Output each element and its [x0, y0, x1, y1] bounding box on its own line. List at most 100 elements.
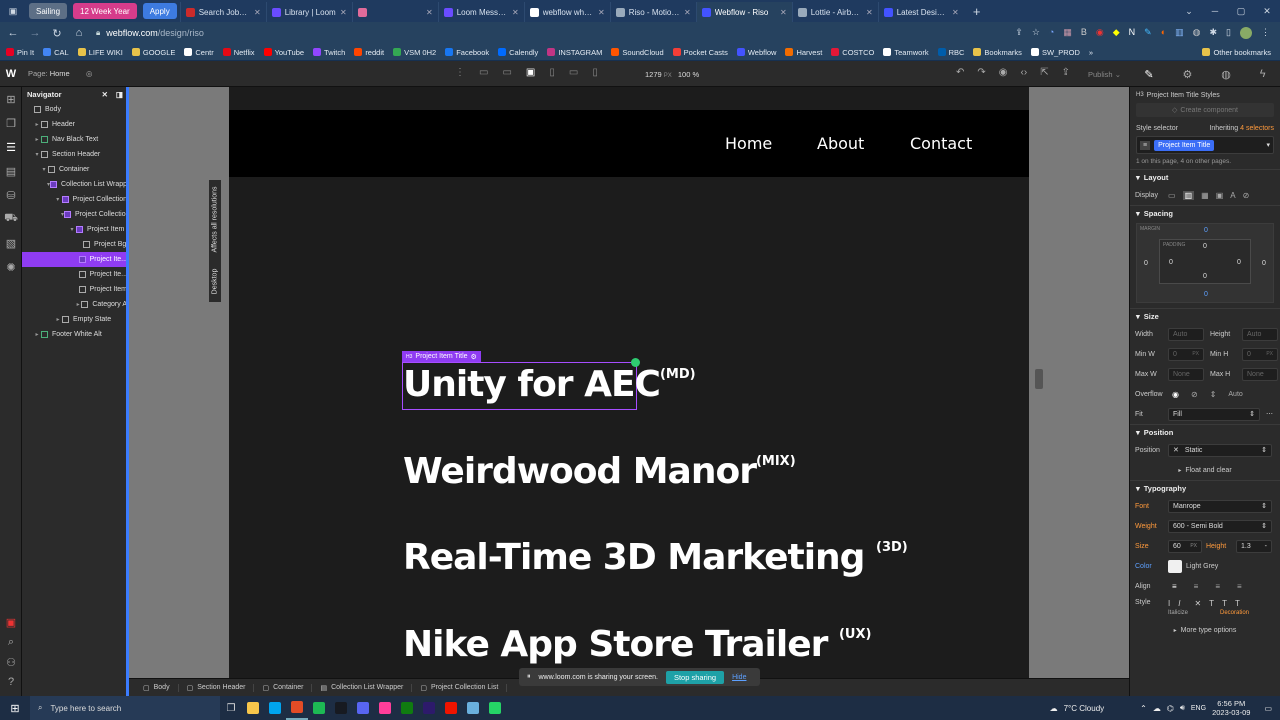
bookmarks-overflow-icon[interactable]: »: [1089, 48, 1093, 57]
bookmark-item[interactable]: SoundCloud: [611, 48, 664, 57]
project-item-title[interactable]: Unity for AEC(MD): [403, 364, 696, 405]
navigator-node[interactable]: ▸ Header: [22, 117, 127, 132]
italic-off-icon[interactable]: I: [1168, 599, 1170, 608]
network-icon[interactable]: ⌬: [1167, 704, 1174, 713]
spacing-section-header[interactable]: ▾ Spacing: [1130, 205, 1280, 221]
bookmark-item[interactable]: Harvest: [785, 48, 822, 57]
align-right-icon[interactable]: ≡: [1215, 582, 1220, 591]
navigator-node[interactable]: Project Bg: [22, 237, 127, 252]
tree-caret-icon[interactable]: ▾: [68, 226, 76, 233]
navigator-node[interactable]: Body: [22, 102, 127, 117]
start-windows-icon[interactable]: ⊞: [0, 696, 30, 720]
bookmark-item[interactable]: Netflix: [222, 48, 255, 57]
padding-right-value[interactable]: 0: [1237, 259, 1241, 266]
navigator-node[interactable]: ▾ Project Collection: [22, 192, 127, 207]
taskbar-app-icon[interactable]: [396, 696, 418, 720]
display-block-icon[interactable]: ▭: [1168, 191, 1176, 200]
weight-select[interactable]: 600 - Semi Bold ⇕: [1168, 519, 1272, 533]
taskbar-app-icon[interactable]: [484, 696, 506, 720]
more-icon[interactable]: ⋯: [1266, 410, 1273, 418]
bookmark-item[interactable]: VSM 0H2: [393, 48, 436, 57]
extensions-puzzle-icon[interactable]: ✱: [1210, 27, 1218, 39]
chevron-down-icon[interactable]: ▾: [1266, 141, 1270, 149]
taskbar-app-icon[interactable]: [462, 696, 484, 720]
breakpoint-desktop-large-icon[interactable]: ▭: [479, 67, 488, 78]
align-left-icon[interactable]: ≡: [1172, 582, 1177, 591]
selected-element-tag[interactable]: H3 Project Item Title ⚙: [402, 351, 481, 362]
browser-tab[interactable]: Webflow - Riso ✕: [695, 2, 792, 22]
max-height-field[interactable]: None: [1242, 367, 1278, 381]
overflow-auto-button[interactable]: Auto: [1228, 391, 1242, 398]
preview-eye-icon[interactable]: ◉: [999, 67, 1008, 78]
bookmark-star-icon[interactable]: ☆: [1032, 27, 1040, 39]
weather-text[interactable]: 7°C Cloudy: [1064, 704, 1105, 713]
browser-tab[interactable]: Search Jobs | Dice.com ✕: [179, 2, 266, 22]
padding-left-value[interactable]: 0: [1169, 259, 1173, 266]
align-justify-icon[interactable]: ≡: [1237, 582, 1242, 591]
bookmark-item[interactable]: LIFE WIKI: [77, 48, 123, 57]
extension-icon[interactable]: ◔: [1049, 27, 1054, 39]
navigator-node[interactable]: Project Item: [22, 282, 127, 297]
bookmark-item[interactable]: SW_PROD: [1030, 48, 1080, 57]
home-icon[interactable]: ⌂: [70, 24, 88, 42]
bookmark-item[interactable]: reddit: [354, 48, 384, 57]
clock[interactable]: 6:56 PM 2023-03-09: [1212, 699, 1250, 717]
extension-icon[interactable]: ◍: [1193, 27, 1201, 39]
navigator-node[interactable]: Project Ite...: [22, 252, 127, 267]
taskbar-app-icon[interactable]: [264, 696, 286, 720]
min-height-field[interactable]: 0 PX: [1242, 347, 1278, 361]
breakpoint-desktop-icon[interactable]: ▣: [526, 67, 535, 78]
browser-tab[interactable]: Lottie - Airbnb Design ✕: [791, 2, 878, 22]
redo-icon[interactable]: ↷: [977, 67, 985, 78]
bookmark-item[interactable]: Webflow: [736, 48, 776, 57]
breadcrumb-item[interactable]: ▢ Section Header: [179, 683, 255, 692]
tab-group-label[interactable]: 12 Week Year: [73, 3, 137, 19]
minimize-button[interactable]: ─: [1202, 0, 1228, 22]
bookmark-item[interactable]: INSTAGRAM: [547, 48, 602, 57]
page-selector[interactable]: Page: Home ◎: [28, 69, 92, 78]
site-nav-bar[interactable]: Home About Contact: [229, 110, 1029, 177]
extension-icon[interactable]: ✎: [1144, 27, 1152, 39]
project-item-title[interactable]: Weirdwood Manor(MIX): [403, 451, 796, 492]
create-component-button[interactable]: ◇ Create component: [1136, 103, 1274, 117]
navigator-node[interactable]: ▸ Category A: [22, 297, 127, 312]
tree-caret-icon[interactable]: ▾: [54, 196, 62, 203]
breadcrumb-item[interactable]: ▢ Project Collection List: [412, 683, 508, 692]
bookmark-item[interactable]: COSTCO: [831, 48, 874, 57]
tab-close-icon[interactable]: ✕: [952, 8, 959, 17]
browser-tab[interactable]: webflow where can i g ✕: [523, 2, 610, 22]
display-none-icon[interactable]: ⊘: [1243, 191, 1250, 200]
site-nav-contact[interactable]: Contact: [910, 134, 972, 153]
browser-menu-icon[interactable]: ▣: [0, 0, 26, 22]
extension-icon[interactable]: ▥: [1175, 27, 1184, 39]
speaker-icon[interactable]: 🔊︎: [1180, 703, 1185, 713]
overflow-scroll-icon[interactable]: ⇕: [1210, 390, 1217, 399]
color-field[interactable]: Light Grey: [1168, 559, 1218, 573]
tab-close-icon[interactable]: ✕: [340, 8, 347, 17]
export-icon[interactable]: ⇱: [1040, 67, 1048, 78]
display-inline-icon[interactable]: A: [1230, 191, 1235, 200]
breakpoint-mobile-icon[interactable]: ▯: [592, 67, 598, 78]
tray-chevron-icon[interactable]: ⌃: [1140, 704, 1147, 713]
tab-close-icon[interactable]: ✕: [512, 8, 519, 17]
cms-icon[interactable]: ⛁: [0, 183, 22, 207]
selector-field[interactable]: ≡ Project Item Title ▾: [1136, 136, 1274, 154]
overline-icon[interactable]: T: [1235, 599, 1240, 608]
navigator-node[interactable]: ▾ Project Item: [22, 222, 127, 237]
extension-icon[interactable]: ◉: [1096, 27, 1104, 39]
tree-caret-icon[interactable]: ▸: [33, 121, 41, 128]
style-manager-icon[interactable]: ◍: [1221, 68, 1231, 81]
avatar[interactable]: [1240, 27, 1252, 39]
browser-tab[interactable]: Library | Loom ✕: [265, 2, 352, 22]
taskbar-app-icon[interactable]: [308, 696, 330, 720]
tab-close-icon[interactable]: ✕: [426, 8, 433, 17]
height-field[interactable]: Auto: [1242, 327, 1278, 341]
bookmark-item[interactable]: Facebook: [445, 48, 489, 57]
taskbar-app-icon[interactable]: [330, 696, 352, 720]
min-width-field[interactable]: 0 PX: [1168, 347, 1204, 361]
float-clear-toggle[interactable]: ▸ Float and clear: [1130, 460, 1280, 480]
breadcrumb-item[interactable]: ▢ Body: [135, 683, 179, 692]
tab-close-icon[interactable]: ✕: [866, 8, 873, 17]
margin-right-value[interactable]: 0: [1262, 260, 1266, 267]
breakpoint-mobile-landscape-icon[interactable]: ▭: [569, 67, 578, 78]
